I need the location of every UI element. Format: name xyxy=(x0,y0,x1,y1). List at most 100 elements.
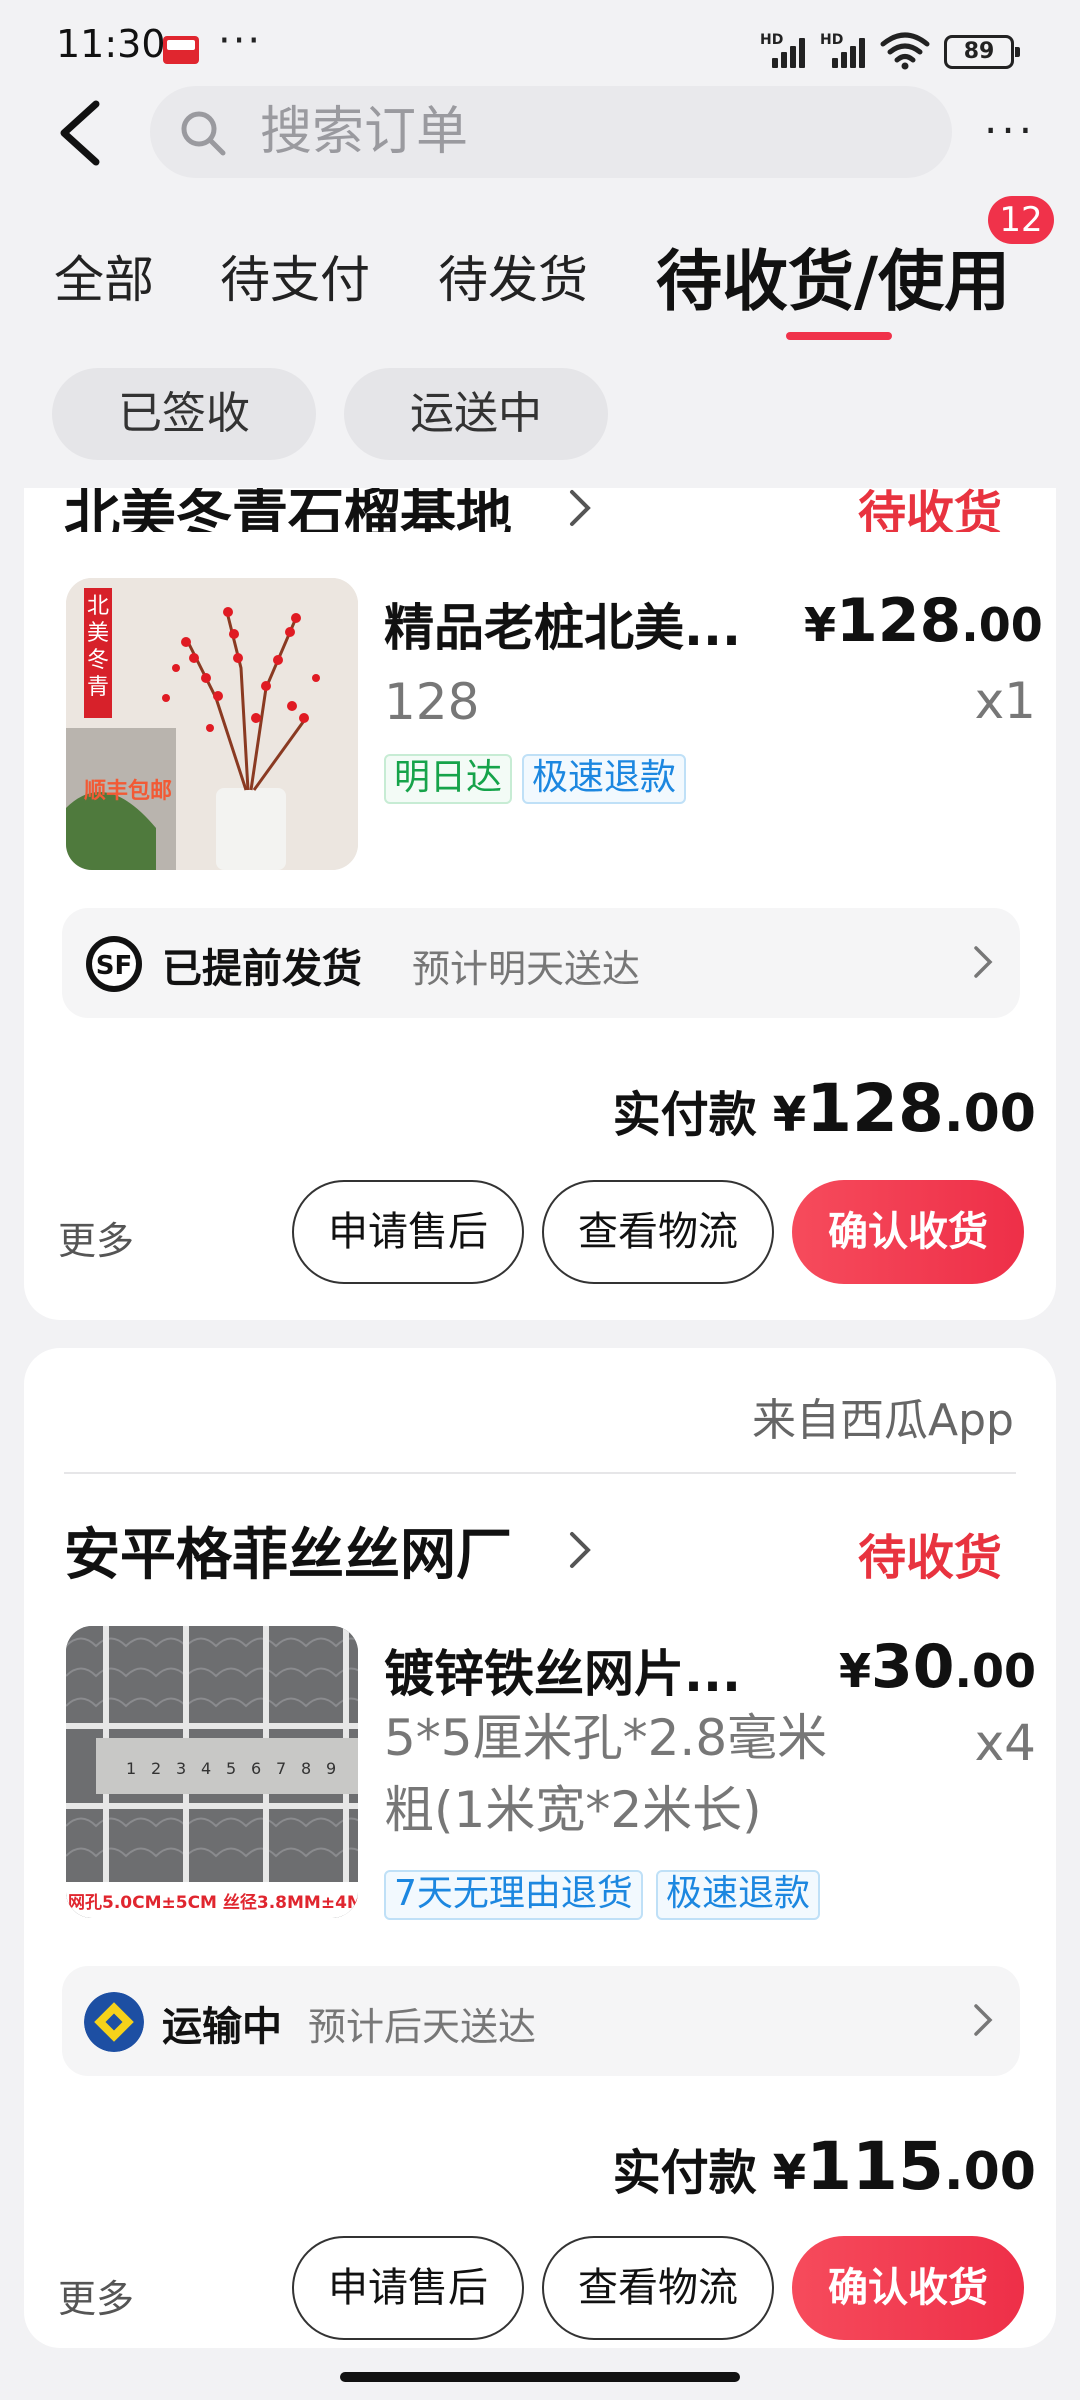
status-bar: 11:30 ··· HD HD 89 xyxy=(0,0,1080,80)
tab-all[interactable]: 全部 xyxy=(54,240,154,312)
tag-fast-refund: 极速退款 xyxy=(656,1870,821,1920)
order-status: 待收货 xyxy=(858,488,1003,532)
news-app-icon xyxy=(163,36,199,64)
svg-text:美: 美 xyxy=(87,621,109,646)
filter-in-transit[interactable]: 运送中 xyxy=(344,368,608,460)
paid-amount: 实付款 ¥128.00 xyxy=(524,1070,1036,1147)
price-integer: 30 xyxy=(871,1632,955,1702)
back-arrow-icon[interactable] xyxy=(52,98,112,168)
tag-next-day: 明日达 xyxy=(384,754,513,804)
chevron-right-icon xyxy=(570,490,591,526)
more-actions-link[interactable]: 更多 xyxy=(58,2268,134,2323)
product-thumbnail[interactable]: 北 美 冬 青 顺丰包邮 xyxy=(66,578,358,870)
paid-integer: 115 xyxy=(806,2128,944,2205)
sf-express-icon: SF xyxy=(86,936,142,992)
order-status: 待收货 xyxy=(858,1530,1003,1586)
product-variant-line2: 粗(1米宽*2米长) xyxy=(384,1781,762,1839)
svg-text:1: 1 xyxy=(126,1759,136,1778)
shipping-eta: 预计明天送达 xyxy=(412,947,641,991)
svg-text:3: 3 xyxy=(176,1759,186,1778)
store-name[interactable]: 安平格菲丝丝网厂 xyxy=(64,1510,512,1591)
price-integer: 128 xyxy=(836,586,962,656)
paid-currency: ¥ xyxy=(772,2145,807,2201)
product-variant: 128 xyxy=(384,673,480,731)
product-price: ¥128.00 xyxy=(804,586,1043,656)
price-currency: ¥ xyxy=(838,1644,871,1698)
svg-text:7: 7 xyxy=(276,1759,286,1778)
order-card: 来自西瓜App 安平格菲丝丝网厂 待收货 123 456 7 8 9 网孔5.0… xyxy=(24,1348,1056,2348)
svg-text:SF: SF xyxy=(96,951,133,981)
svg-text:青: 青 xyxy=(87,675,109,700)
battery-icon: 89 xyxy=(944,35,1020,69)
product-thumbnail[interactable]: 123 456 789 网孔5.0CM±5CM 丝径3.8MM±4MM xyxy=(66,1626,358,1918)
signal-icon: HD xyxy=(760,32,810,68)
svg-text:8: 8 xyxy=(301,1759,311,1778)
thumb-caption: 网孔5.0CM±5CM 丝径3.8MM±4MM xyxy=(68,1893,358,1913)
price-decimal: .00 xyxy=(961,598,1043,652)
product-quantity: x1 xyxy=(974,672,1036,730)
product-variant-line1: 5*5厘米孔*2.8毫米 xyxy=(384,1709,828,1767)
chevron-right-icon xyxy=(974,946,993,978)
status-time: 11:30 xyxy=(56,22,166,66)
product-quantity: x4 xyxy=(974,1714,1036,1772)
wire-mesh-image: 123 456 789 xyxy=(66,1626,358,1918)
price-currency: ¥ xyxy=(804,598,837,652)
tab-pending-shipment[interactable]: 待发货 xyxy=(438,240,588,312)
confirm-receipt-button[interactable]: 确认收货 xyxy=(792,2236,1024,2340)
active-tab-indicator xyxy=(786,332,892,340)
svg-text:4: 4 xyxy=(201,1759,211,1778)
thumb-banner-text: 北 xyxy=(87,594,109,619)
view-logistics-button[interactable]: 查看物流 xyxy=(542,2236,774,2340)
price-decimal: .00 xyxy=(954,1644,1037,1698)
search-icon xyxy=(181,111,226,156)
more-actions-link[interactable]: 更多 xyxy=(58,1210,134,1265)
tab-pending-payment[interactable]: 待支付 xyxy=(220,240,370,312)
search-bar[interactable] xyxy=(150,86,952,178)
store-name[interactable]: 北美冬青石榴基地 xyxy=(64,488,512,532)
search-input[interactable] xyxy=(260,100,900,164)
home-indicator[interactable] xyxy=(340,2372,740,2382)
shipping-status-row[interactable]: 运输中 预计后天送达 xyxy=(62,1966,1020,2076)
tab-pending-receipt[interactable]: 待收货/使用 xyxy=(656,228,1010,324)
order-card: 北美冬青石榴基地 待收货 北 美 冬 青 顺丰包邮 精品老桩北美... ¥128… xyxy=(24,488,1056,1320)
signal-icon: HD xyxy=(820,32,870,68)
tag-seven-day-return: 7天无理由退货 xyxy=(384,1870,643,1920)
order-header-clipped: 北美冬青石榴基地 待收货 xyxy=(24,488,1056,532)
product-price: ¥30.00 xyxy=(804,1632,1036,1702)
svg-text:9: 9 xyxy=(326,1759,336,1778)
svg-text:2: 2 xyxy=(151,1759,161,1778)
divider xyxy=(64,1472,1016,1474)
more-menu-icon[interactable]: ··· xyxy=(984,106,1054,156)
red-berry-plant-image: 北 美 冬 青 顺丰包邮 xyxy=(66,578,358,870)
paid-decimal: .00 xyxy=(943,2142,1036,2202)
tab-badge: 12 xyxy=(988,196,1054,244)
battery-level: 89 xyxy=(963,39,995,64)
after-sale-button[interactable]: 申请售后 xyxy=(292,2236,524,2340)
svg-text:5: 5 xyxy=(226,1759,236,1778)
paid-label: 实付款 xyxy=(612,1087,757,1143)
product-title[interactable]: 镀锌铁丝网片... xyxy=(384,1634,741,1706)
after-sale-button[interactable]: 申请售后 xyxy=(292,1180,524,1284)
confirm-receipt-button[interactable]: 确认收货 xyxy=(792,1180,1024,1284)
chevron-right-icon xyxy=(974,2004,993,2036)
svg-text:6: 6 xyxy=(251,1759,261,1778)
shipping-status-row[interactable]: SF 已提前发货 预计明天送达 xyxy=(62,908,1020,1018)
svg-text:冬: 冬 xyxy=(87,648,109,673)
svg-text:顺丰包邮: 顺丰包邮 xyxy=(84,778,172,804)
wifi-icon xyxy=(880,32,930,70)
filter-signed[interactable]: 已签收 xyxy=(52,368,316,460)
paid-currency: ¥ xyxy=(772,1087,807,1143)
yunda-express-icon xyxy=(84,1992,144,2052)
shipping-label: 已提前发货 xyxy=(162,946,362,992)
shipping-eta: 预计后天送达 xyxy=(308,2005,537,2049)
tag-fast-refund: 极速退款 xyxy=(522,754,687,804)
chevron-right-icon xyxy=(570,1532,591,1568)
paid-amount: 实付款 ¥115.00 xyxy=(524,2128,1036,2205)
view-logistics-button[interactable]: 查看物流 xyxy=(542,1180,774,1284)
order-source: 来自西瓜App xyxy=(752,1395,1014,1446)
product-title[interactable]: 精品老桩北美... xyxy=(384,588,741,660)
paid-decimal: .00 xyxy=(943,1084,1036,1144)
status-more-icon: ··· xyxy=(218,18,263,64)
paid-label: 实付款 xyxy=(612,2145,757,2201)
shipping-label: 运输中 xyxy=(162,2004,282,2050)
